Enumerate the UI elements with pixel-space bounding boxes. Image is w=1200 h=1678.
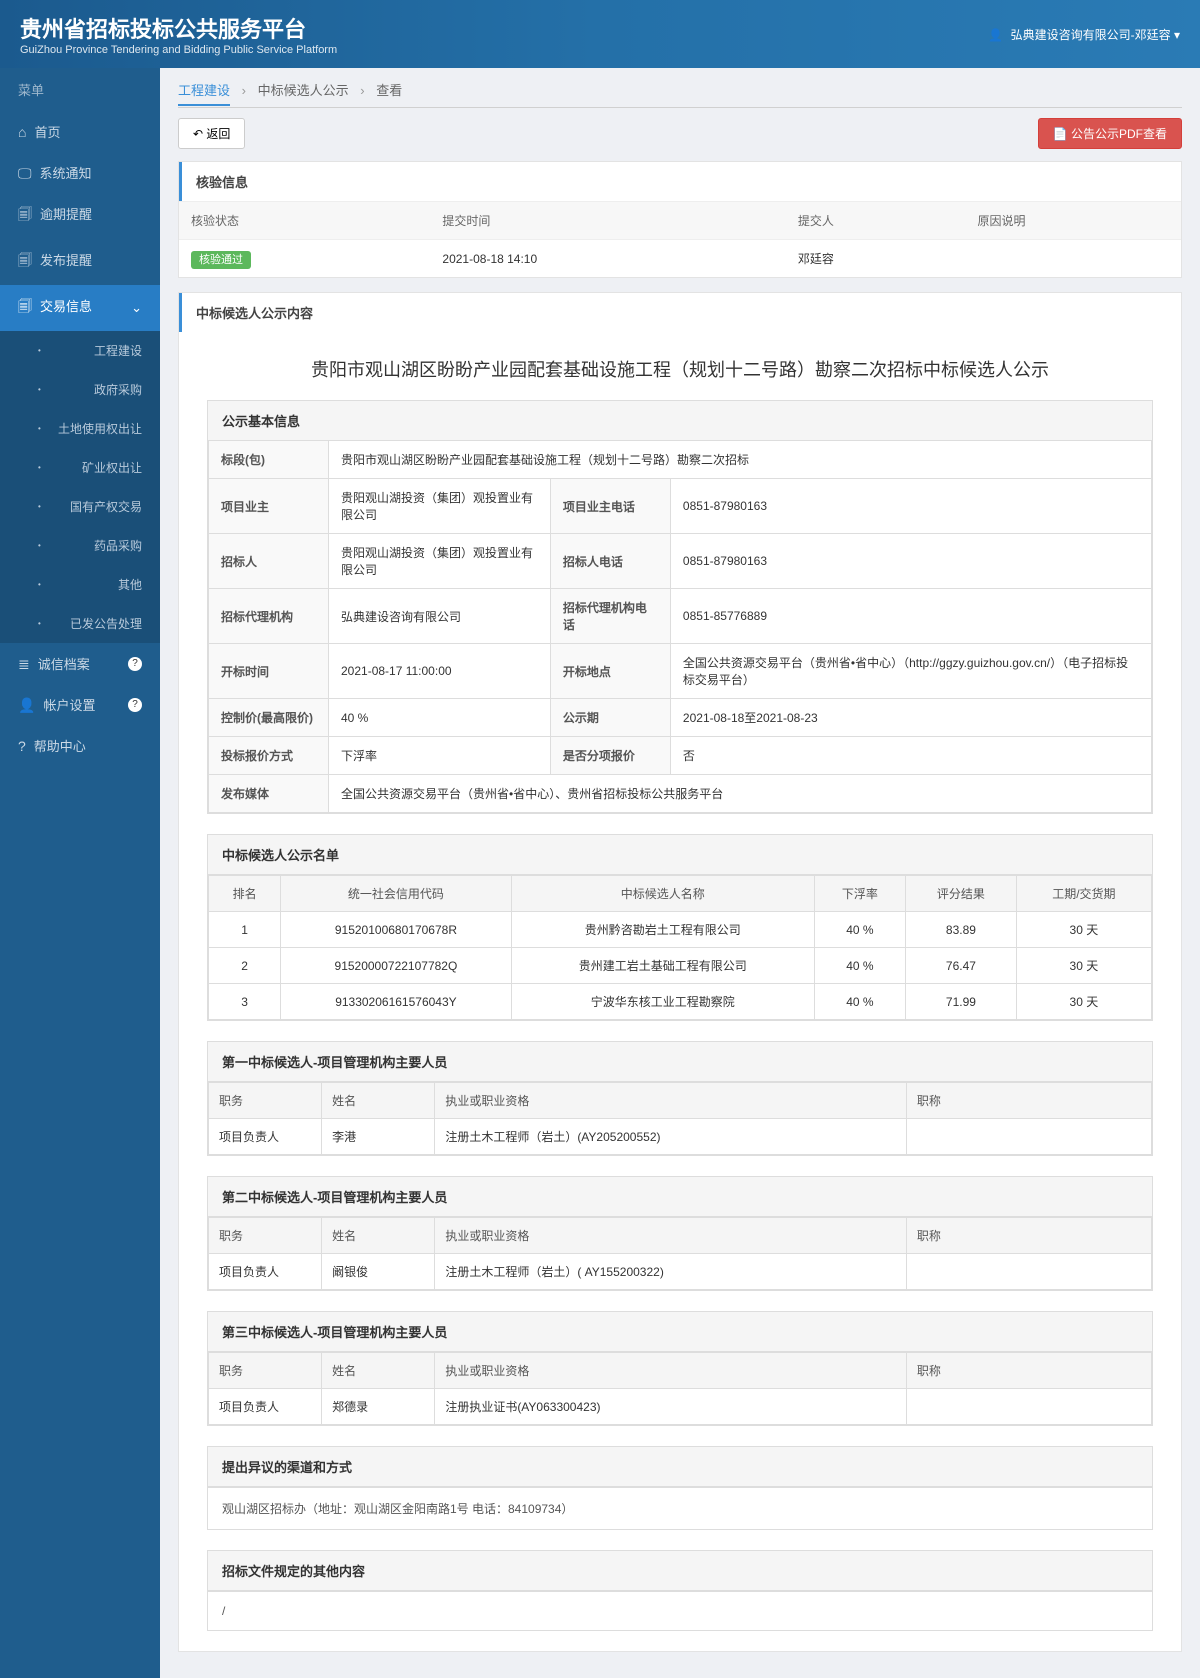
verify-panel: 核验信息 核验状态 提交时间 提交人 原因说明 核验通过 2021-08-18 … <box>178 161 1182 278</box>
user-dropdown[interactable]: 弘典建设咨询有限公司-邓廷容 ▾ <box>988 26 1180 43</box>
sidebar-sub-item-3[interactable]: 矿业权出让 <box>0 448 160 487</box>
sidebar-sub-item-2[interactable]: 土地使用权出让 <box>0 409 160 448</box>
help-badge: ? <box>128 698 142 712</box>
basic-info-block: 公示基本信息 标段(包)贵阳市观山湖区盼盼产业园配套基础设施工程（规划十二号路）… <box>207 400 1153 814</box>
sidebar: 菜单 ⌂首页🖵系统通知🗐逾期提醒🗐发布提醒🗐交易信息⌄工程建设政府采购土地使用权… <box>0 68 160 1678</box>
verify-table: 核验状态 提交时间 提交人 原因说明 核验通过 2021-08-18 14:10… <box>179 201 1181 277</box>
personnel-row: 项目负责人李港注册土木工程师（岩土）(AY205200552) <box>209 1119 1152 1155</box>
sidebar-item-4[interactable]: 🗐交易信息⌄ <box>0 285 160 331</box>
objection-block: 提出异议的渠道和方式 观山湖区招标办（地址：观山湖区金阳南路1号 电话：8410… <box>207 1446 1153 1530</box>
candidate-row: 391330206161576043Y宁波华东核工业工程勘察院40 %71.99… <box>209 984 1152 1020</box>
content-header: 中标候选人公示内容 <box>179 293 1181 332</box>
status-badge: 核验通过 <box>191 251 251 269</box>
sidebar-sub-item-0[interactable]: 工程建设 <box>0 331 160 370</box>
sidebar-icon: 🖵 <box>18 165 32 181</box>
personnel-block-0: 第一中标候选人-项目管理机构主要人员职务姓名执业或职业资格职称项目负责人李港注册… <box>207 1041 1153 1156</box>
chevron-down-icon: ⌄ <box>131 300 142 316</box>
sidebar-icon: ≣ <box>18 656 30 672</box>
candidates-block: 中标候选人公示名单 排名统一社会信用代码中标候选人名称下浮率评分结果工期/交货期… <box>207 834 1153 1021</box>
candidate-row: 191520100680170678R贵州黔咨勘岩土工程有限公司40 %83.8… <box>209 912 1152 948</box>
platform-subtitle: GuiZhou Province Tendering and Bidding P… <box>20 44 337 56</box>
sidebar-icon: 👤 <box>18 697 35 713</box>
verify-row: 核验通过 2021-08-18 14:10 邓廷容 <box>179 240 1181 278</box>
sidebar-sub-item-1[interactable]: 政府采购 <box>0 370 160 409</box>
sidebar-icon: ? <box>18 738 26 754</box>
sidebar-item-3[interactable]: 🗐发布提醒 <box>0 239 160 285</box>
personnel-row: 项目负责人郑德录注册执业证书(AY063300423) <box>209 1389 1152 1425</box>
breadcrumb: 工程建设 › 中标候选人公示 › 查看 <box>178 80 1182 108</box>
sidebar-item-5[interactable]: ≣诚信档案? <box>0 643 160 684</box>
sidebar-icon: 🗐 <box>18 206 32 222</box>
sidebar-icon: ⌂ <box>18 124 26 140</box>
sidebar-sub-item-4[interactable]: 国有产权交易 <box>0 487 160 526</box>
breadcrumb-3: 查看 <box>376 83 402 98</box>
sidebar-item-6[interactable]: 👤帐户设置? <box>0 684 160 725</box>
sidebar-sub-item-5[interactable]: 药品采购 <box>0 526 160 565</box>
candidate-row: 291520000722107782Q贵州建工岩土基础工程有限公司40 %76.… <box>209 948 1152 984</box>
content-panel: 中标候选人公示内容 贵阳市观山湖区盼盼产业园配套基础设施工程（规划十二号路）勘察… <box>178 292 1182 1652</box>
breadcrumb-2[interactable]: 中标候选人公示 <box>258 83 349 98</box>
header: 贵州省招标投标公共服务平台 GuiZhou Province Tendering… <box>0 0 1200 68</box>
sidebar-sub-item-6[interactable]: 其他 <box>0 565 160 604</box>
sidebar-icon: 🗐 <box>18 298 32 314</box>
sidebar-item-0[interactable]: ⌂首页 <box>0 111 160 152</box>
sidebar-item-1[interactable]: 🖵系统通知 <box>0 152 160 193</box>
sidebar-menu-label: 菜单 <box>0 68 160 111</box>
help-badge: ? <box>128 657 142 671</box>
verify-title: 核验信息 <box>179 162 1181 201</box>
back-button[interactable]: ↶ 返回 <box>178 118 245 149</box>
personnel-block-2: 第三中标候选人-项目管理机构主要人员职务姓名执业或职业资格职称项目负责人郑德录注… <box>207 1311 1153 1426</box>
personnel-block-1: 第二中标候选人-项目管理机构主要人员职务姓名执业或职业资格职称项目负责人阚银俊注… <box>207 1176 1153 1291</box>
main-content: 工程建设 › 中标候选人公示 › 查看 ↶ 返回 📄 公告公示PDF查看 核验信… <box>160 68 1200 1678</box>
breadcrumb-1[interactable]: 工程建设 <box>178 83 230 106</box>
pdf-view-button[interactable]: 📄 公告公示PDF查看 <box>1038 118 1182 149</box>
personnel-row: 项目负责人阚银俊注册土木工程师（岩土）( AY155200322) <box>209 1254 1152 1290</box>
platform-title: 贵州省招标投标公共服务平台 <box>20 12 337 44</box>
sidebar-sub-item-7[interactable]: 已发公告处理 <box>0 604 160 643</box>
sidebar-item-2[interactable]: 🗐逾期提醒 <box>0 193 160 239</box>
sidebar-icon: 🗐 <box>18 252 32 268</box>
other-block: 招标文件规定的其他内容 / <box>207 1550 1153 1631</box>
announcement-title: 贵阳市观山湖区盼盼产业园配套基础设施工程（规划十二号路）勘察二次招标中标候选人公… <box>179 332 1181 400</box>
sidebar-item-7[interactable]: ?帮助中心 <box>0 725 160 766</box>
